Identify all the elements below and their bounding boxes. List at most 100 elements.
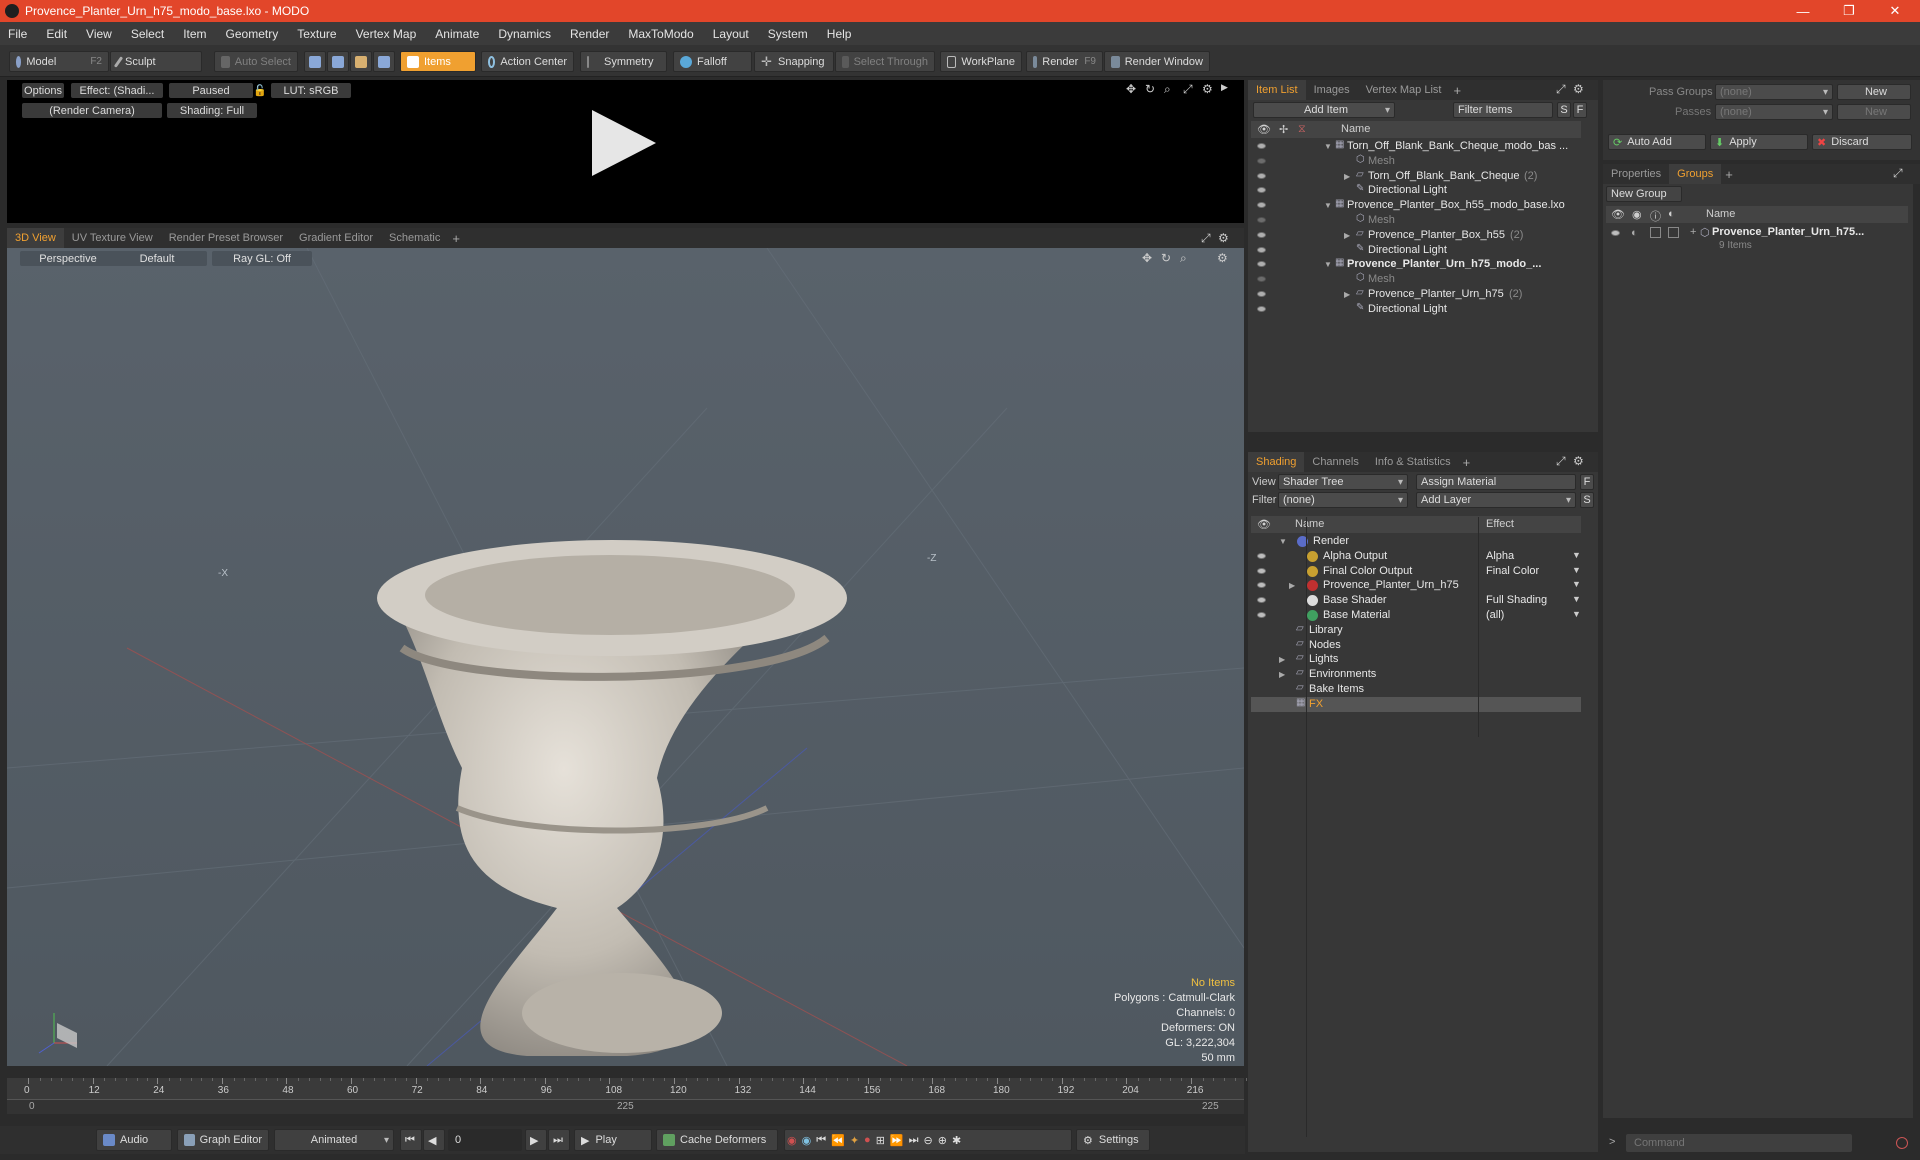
shader-visibility-icon[interactable] — [1257, 552, 1266, 559]
filter-items-field[interactable]: Filter Items — [1453, 102, 1553, 118]
expand-arrow-icon[interactable]: ▶ — [1344, 172, 1350, 181]
passes-dropdown[interactable]: (none) — [1715, 104, 1833, 120]
menu-edit[interactable]: Edit — [46, 27, 67, 41]
shader-effect-value[interactable]: Full Shading — [1486, 594, 1547, 606]
group-row[interactable]: ◐ + ⬡ Provence_Planter_Urn_h75... 9 Item… — [1606, 224, 1908, 258]
viewport-tab-gradient-editor[interactable]: Gradient Editor — [291, 228, 381, 248]
viewport-tab-schematic[interactable]: Schematic — [381, 228, 448, 248]
group-expand-icon[interactable]: + — [1690, 226, 1696, 238]
group-select-checkbox[interactable] — [1668, 227, 1679, 238]
frame-field[interactable]: 0 — [448, 1129, 522, 1151]
menu-maxtomodo[interactable]: MaxToModo — [628, 27, 693, 41]
assign-material-button[interactable]: Assign Material — [1416, 474, 1576, 490]
shader-effect-value[interactable]: (all) — [1486, 609, 1504, 621]
menu-texture[interactable]: Texture — [297, 27, 336, 41]
play-button[interactable]: ▶ Play — [574, 1129, 652, 1151]
raygl-dropdown[interactable]: Ray GL: Off — [212, 251, 312, 266]
viewport-pan-icon[interactable]: ✥ — [1142, 251, 1152, 265]
record-dot-icon[interactable]: ● — [864, 1134, 871, 1146]
maximize-icon[interactable]: ⤢ — [1183, 82, 1193, 97]
item-list-f-button[interactable]: F — [1573, 102, 1587, 118]
restore-button[interactable]: ❐ — [1826, 0, 1872, 22]
audio-button[interactable]: Audio — [96, 1129, 172, 1151]
effect-dropdown-icon[interactable]: ▼ — [1572, 550, 1581, 560]
shader-row[interactable]: ▱ Library — [1251, 623, 1581, 638]
groups-add-tab-button[interactable]: + — [1721, 164, 1737, 184]
group-render-toggle-icon[interactable]: ◐ — [1631, 227, 1638, 239]
prev-icon[interactable]: ⏪ — [831, 1134, 845, 1147]
item-row[interactable]: ✎ Directional Light — [1251, 243, 1581, 258]
preview-effect-dropdown[interactable]: Effect: (Shadi... — [71, 83, 163, 98]
menu-system[interactable]: System — [768, 27, 808, 41]
item-row[interactable]: ▼ ▦ Torn_Off_Blank_Bank_Cheque_modo_bas ..… — [1251, 139, 1581, 154]
viewport-add-tab-button[interactable]: + — [448, 228, 464, 248]
effect-dropdown-icon[interactable]: ▼ — [1572, 565, 1581, 575]
item-visibility-icon[interactable] — [1257, 305, 1266, 312]
record-icon[interactable]: ◉ — [787, 1134, 797, 1147]
groups-tab-properties[interactable]: Properties — [1603, 164, 1669, 184]
shader-row[interactable]: ▼ Render — [1251, 534, 1581, 549]
render-window-button[interactable]: Render Window — [1104, 51, 1210, 72]
item-list-tab-images[interactable]: Images — [1306, 80, 1358, 100]
action-center-button[interactable]: Action Center — [481, 51, 574, 72]
expand-arrow-icon[interactable]: ▶ — [1279, 655, 1285, 664]
shading-tab-info-statistics[interactable]: Info & Statistics — [1367, 452, 1459, 472]
select-polygons-button[interactable] — [350, 51, 372, 72]
perspective-dropdown[interactable]: Perspective — [20, 251, 116, 266]
shader-row[interactable]: Final Color Output Final Color ▼ — [1251, 564, 1581, 579]
item-row[interactable]: ⬡ Mesh — [1251, 272, 1581, 287]
item-visibility-icon[interactable] — [1257, 246, 1266, 253]
shading-add-tab-button[interactable]: + — [1459, 452, 1475, 472]
style-dropdown[interactable]: Default — [107, 251, 207, 266]
new-group-button[interactable]: New Group — [1606, 186, 1682, 202]
key-filter-icon[interactable]: ✱ — [952, 1134, 961, 1147]
item-list-tab-vertex-map-list[interactable]: Vertex Map List — [1358, 80, 1450, 100]
filter-dropdown[interactable]: (none) — [1278, 492, 1408, 508]
shading-f-button[interactable]: F — [1580, 474, 1594, 490]
discard-button[interactable]: ✖ Discard — [1812, 134, 1912, 150]
gear-icon[interactable]: ⚙ — [1202, 82, 1213, 96]
shader-row[interactable]: ▦ FX — [1251, 696, 1581, 712]
new-pass-button[interactable]: New — [1837, 104, 1911, 120]
menu-animate[interactable]: Animate — [435, 27, 479, 41]
shader-visibility-icon[interactable] — [1257, 597, 1266, 604]
shader-visibility-icon[interactable] — [1257, 567, 1266, 574]
viewport-maximize-icon[interactable]: ⤢ — [1201, 231, 1211, 246]
shader-effect-value[interactable]: Final Color — [1486, 565, 1539, 577]
item-visibility-icon[interactable] — [1257, 172, 1266, 179]
viewport-tab-uv-texture-view[interactable]: UV Texture View — [64, 228, 161, 248]
item-row[interactable]: ⬡ Mesh — [1251, 213, 1581, 228]
item-list-s-button[interactable]: S — [1557, 102, 1571, 118]
menu-render[interactable]: Render — [570, 27, 609, 41]
prev-key-button[interactable]: ◀ — [423, 1129, 445, 1151]
view-dropdown[interactable]: Shader Tree — [1278, 474, 1408, 490]
items-mode-button[interactable]: Items — [400, 51, 476, 72]
go-start-button[interactable]: ⏮ — [400, 1129, 422, 1151]
item-visibility-icon[interactable] — [1257, 276, 1266, 283]
model-mode-button[interactable]: Model F2 — [9, 51, 109, 72]
collapse-arrow-icon[interactable]: ▼ — [1324, 260, 1332, 269]
menu-file[interactable]: File — [8, 27, 27, 41]
item-list-maximize-icon[interactable]: ⤢ — [1556, 82, 1566, 97]
key-options-icon[interactable]: ⊕ — [938, 1134, 947, 1147]
shader-row[interactable]: Base Shader Full Shading ▼ — [1251, 593, 1581, 608]
viewport-gear-icon[interactable]: ⚙ — [1218, 231, 1229, 245]
shader-visibility-icon[interactable] — [1257, 612, 1266, 618]
close-button[interactable]: ✕ — [1872, 0, 1918, 22]
shading-tab-channels[interactable]: Channels — [1304, 452, 1366, 472]
apply-button[interactable]: ⬇ Apply — [1710, 134, 1808, 150]
next-key-button[interactable]: ▶ — [525, 1129, 547, 1151]
last-key-icon[interactable]: ⏭ — [909, 1134, 919, 1147]
timeline[interactable]: 0 12 24 36 48 60 72 84 96 108 120 132 144 156 168 180 19… — [7, 1078, 1247, 1114]
item-list-add-tab-button[interactable]: + — [1449, 80, 1465, 100]
go-end-button[interactable]: ⏭ — [548, 1129, 570, 1151]
3d-viewport[interactable]: -X -Z Perspective Default Ray GL: Off ✥ … — [7, 248, 1244, 1066]
auto-select-button[interactable]: Auto Select — [214, 51, 298, 72]
select-edges-button[interactable] — [327, 51, 349, 72]
item-row[interactable]: ✎ Directional Light — [1251, 183, 1581, 198]
shading-tab-shading[interactable]: Shading — [1248, 452, 1305, 472]
select-through-button[interactable]: Select Through — [835, 51, 935, 72]
next-icon[interactable]: ⏩ — [890, 1134, 904, 1147]
viewport-tab-3d-view[interactable]: 3D View — [7, 228, 64, 248]
menu-item[interactable]: Item — [183, 27, 206, 41]
